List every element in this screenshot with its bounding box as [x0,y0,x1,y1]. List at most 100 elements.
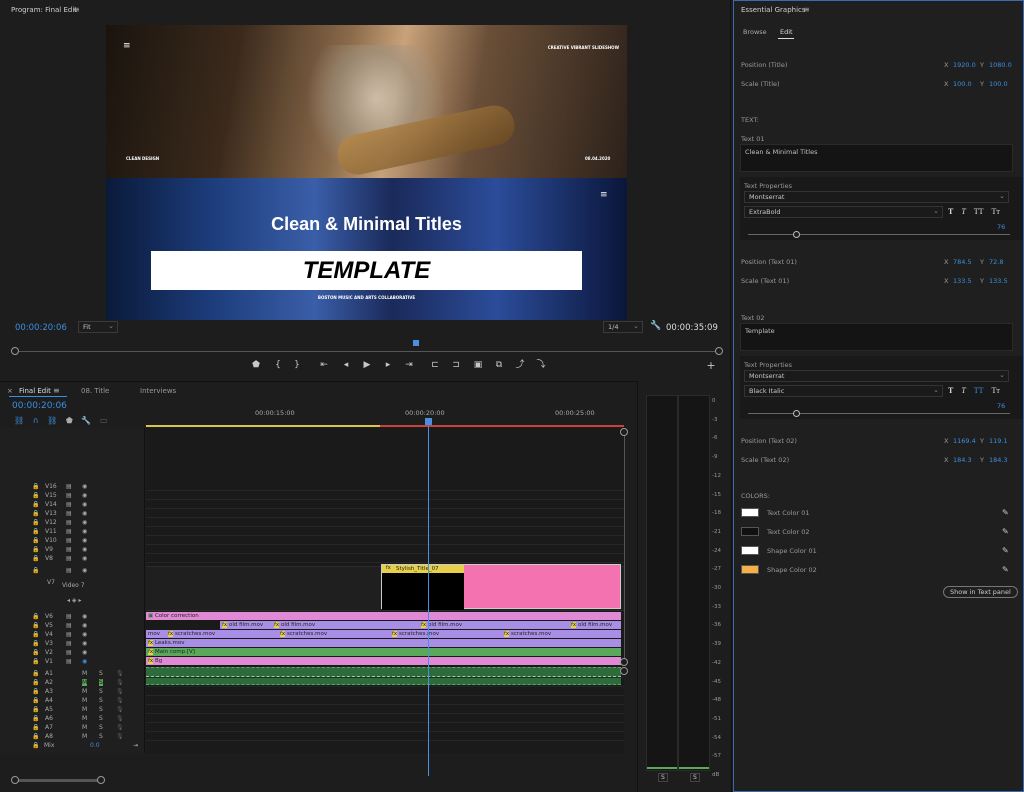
program-timecode[interactable]: 00:00:20:06 [15,323,67,333]
track-a6[interactable]: 🔒 A6 M S 🎙 [0,714,145,723]
track-v10[interactable]: 🔒 V10 ▤ ◉ [0,536,145,545]
italic-button[interactable]: T [961,207,965,216]
text01-input[interactable]: Clean & Minimal Titles [740,144,1013,172]
tab-interviews[interactable]: Interviews [140,387,176,395]
eye-icon[interactable]: ◉ [82,613,87,620]
track-v8[interactable]: 🔒 V8 ▤ ◉ [0,554,145,563]
track-v14[interactable]: 🔒 V14 ▤ ◉ [0,500,145,509]
vscroll-audio-handle[interactable] [620,667,628,675]
scrubber-start-handle[interactable] [11,347,19,355]
track-a1[interactable]: 🔒 A1 M S 🎙 [0,669,145,678]
lock-icon[interactable]: 🔒 [32,631,39,638]
color-swatch[interactable] [741,546,759,555]
hscroll-left-handle[interactable] [11,776,19,784]
eye-icon[interactable]: ◉ [82,492,87,499]
timeline-timecode[interactable]: 00:00:20:06 [12,401,67,411]
eye-icon[interactable]: ◉ [82,631,87,638]
tab-menu-icon[interactable]: ≡ [53,386,60,395]
track-v5[interactable]: 🔒 V5 ▤ ◉ [0,621,145,630]
lock-icon[interactable]: 🔒 [32,706,39,713]
film-icon[interactable]: ▤ [66,528,72,535]
lock-icon[interactable]: 🔒 [32,567,39,574]
snap-icon[interactable]: ⛓ [14,416,24,425]
position-title-y[interactable]: 1080.0 [989,61,1012,69]
solo-button[interactable]: S [99,679,103,686]
track-v6[interactable]: 🔒 V6 ▤ ◉ [0,612,145,621]
position-text01-y[interactable]: 72.8 [989,258,1003,266]
solo-button[interactable]: S [99,706,103,713]
film-icon[interactable]: ▤ [66,622,72,629]
eye-icon[interactable]: ◉ [82,528,87,535]
solo-button-left[interactable]: S [658,773,668,782]
lock-icon[interactable]: 🔒 [32,688,39,695]
track-a5[interactable]: 🔒 A5 M S 🎙 [0,705,145,714]
text01-size[interactable]: 76 [997,223,1005,231]
scratches-clip-2[interactable]: fx scratches.mov [278,630,390,638]
hscroll-right-handle[interactable] [97,776,105,784]
lock-icon[interactable]: 🔒 [32,715,39,722]
text01-style-dropdown[interactable]: ExtraBold ⌄ [744,206,943,218]
tab-edit[interactable]: Edit [780,28,793,36]
track-v12[interactable]: 🔒 V12 ▤ ◉ [0,518,145,527]
insert-icon[interactable]: ⤴ [514,361,526,370]
solo-button[interactable]: S [99,688,103,695]
program-title[interactable]: Program: Final Edit [11,6,77,14]
text02-slider-thumb[interactable] [793,410,800,417]
resolution-dropdown[interactable]: 1/4 ⌄ [603,321,643,333]
solo-button[interactable]: S [99,670,103,677]
text01-size-slider[interactable] [748,234,1010,235]
film-icon[interactable]: ▤ [66,555,72,562]
allcaps-button[interactable]: TT [974,386,984,395]
tab-browse[interactable]: Browse [743,28,767,36]
text02-input[interactable]: Template [740,323,1013,351]
mark-in-icon[interactable]: { [272,361,284,370]
mic-icon[interactable]: 🎙 [116,715,124,722]
track-v16[interactable]: 🔒 V16 ▤ ◉ [0,482,145,491]
solo-button[interactable]: S [99,724,103,731]
track-v1[interactable]: 🔒 V1 ▤ ◉ [0,657,145,666]
track-v11[interactable]: 🔒 V11 ▤ ◉ [0,527,145,536]
scale-title-x[interactable]: 100.0 [953,80,972,88]
work-area-bar[interactable] [146,425,380,427]
marker-add-icon[interactable]: ⬟ [66,416,73,425]
film-icon[interactable]: ▤ [66,649,72,656]
camera-icon[interactable]: ▣ [472,361,484,370]
color-correction-clip[interactable]: ▣ Color correction [146,612,621,620]
vscroll-bottom-handle[interactable] [620,658,628,666]
scale-text01-x[interactable]: 133.5 [953,277,972,285]
timeline-hscroll[interactable] [14,779,104,782]
eye-icon[interactable]: ◉ [82,537,87,544]
add-button-icon[interactable]: + [705,360,717,371]
mic-icon[interactable]: 🎙 [116,679,124,686]
lock-icon[interactable]: 🔒 [32,697,39,704]
film-icon[interactable]: ▤ [66,501,72,508]
film-icon[interactable]: ▤ [66,537,72,544]
text01-font-dropdown[interactable]: Montserrat ⌄ [744,191,1009,203]
eye-icon[interactable]: ◉ [82,483,87,490]
mic-icon[interactable]: 🎙 [116,733,124,740]
track-a8[interactable]: 🔒 A8 M S 🎙 [0,732,145,741]
color-swatch[interactable] [741,527,759,536]
film-icon[interactable]: ▤ [66,640,72,647]
panel-menu-icon[interactable]: ≡ [73,5,80,14]
lock-icon[interactable]: 🔒 [32,613,39,620]
lock-icon[interactable]: 🔒 [32,546,39,553]
solo-button[interactable]: S [99,697,103,704]
tab-final-edit[interactable]: Final Edit [19,387,51,395]
text01-slider-thumb[interactable] [793,231,800,238]
mute-button[interactable]: M [82,688,87,695]
scale-text02-x[interactable]: 184.3 [953,456,972,464]
text02-size-slider[interactable] [748,413,1010,414]
lock-icon[interactable]: 🔒 [32,679,39,686]
position-title-x[interactable]: 1920.0 [953,61,976,69]
mov-fragment-clip[interactable]: mov [146,630,166,638]
text02-font-dropdown[interactable]: Montserrat ⌄ [744,370,1009,382]
vscroll-top-handle[interactable] [620,428,628,436]
bold-button[interactable]: T [948,207,953,216]
film-icon[interactable]: ▤ [66,567,72,574]
settings-wrench-icon[interactable]: 🔧 [81,416,91,425]
position-text02-y[interactable]: 119.1 [989,437,1008,445]
mute-button[interactable]: M [82,715,87,722]
monitor-playhead[interactable] [413,340,419,346]
marker-icon[interactable]: ⬟ [250,361,262,370]
